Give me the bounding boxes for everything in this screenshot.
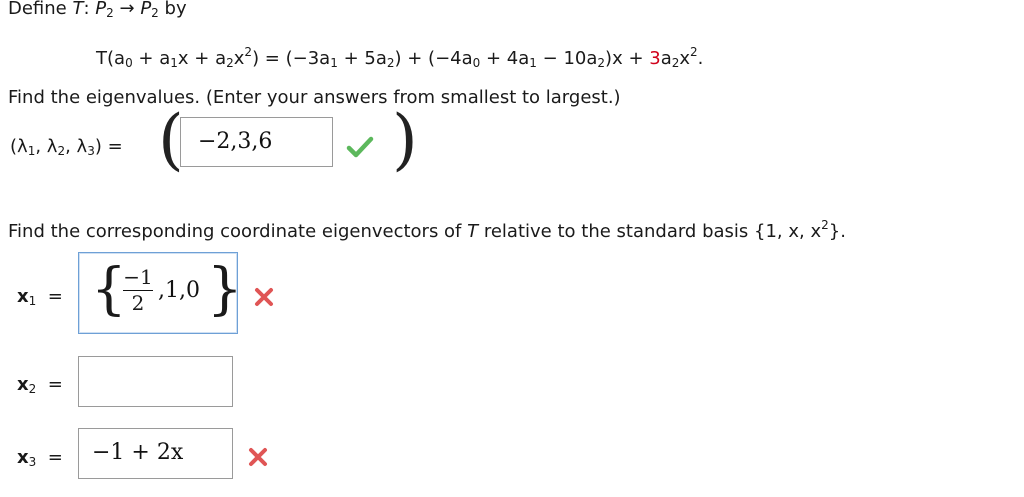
x1-rest: ,1,0 bbox=[158, 278, 200, 303]
eigenvectors-prompt: Find the corresponding coordinate eigenv… bbox=[8, 218, 846, 242]
red-coefficient: 3 bbox=[649, 48, 661, 69]
x1-right-brace: } bbox=[207, 257, 243, 322]
cross-icon bbox=[254, 287, 274, 311]
x3-value: −1 + 2x bbox=[92, 440, 184, 465]
x1-fraction-numerator: −1 bbox=[123, 265, 153, 289]
cross-icon bbox=[248, 447, 268, 471]
x3-label: x3 = bbox=[17, 447, 63, 469]
x2-input[interactable] bbox=[78, 356, 233, 407]
transformation-equation: T(a0 + a1x + a2x2) = (−3a1 + 5a2) + (−4a… bbox=[96, 45, 704, 70]
check-icon bbox=[346, 136, 374, 162]
eigenvalues-label: (λ1, λ2, λ3) = bbox=[10, 136, 123, 158]
x3-input[interactable]: −1 + 2x bbox=[78, 428, 233, 479]
right-paren: ) bbox=[392, 101, 418, 178]
define-line: Define T: P2 → P2 by bbox=[8, 0, 187, 20]
eigenvalues-input[interactable]: −2,3,6 bbox=[180, 117, 333, 167]
x1-fraction-denominator: 2 bbox=[131, 291, 145, 315]
x1-label: x1 = bbox=[17, 286, 63, 308]
x1-fraction: −1 2 bbox=[121, 265, 155, 315]
x2-label: x2 = bbox=[17, 374, 63, 396]
eigenvalues-value: −2,3,6 bbox=[198, 129, 273, 154]
x1-input[interactable]: { −1 2 ,1,0 } bbox=[78, 252, 243, 334]
eigenvalues-prompt: Find the eigenvalues. (Enter your answer… bbox=[8, 87, 621, 108]
